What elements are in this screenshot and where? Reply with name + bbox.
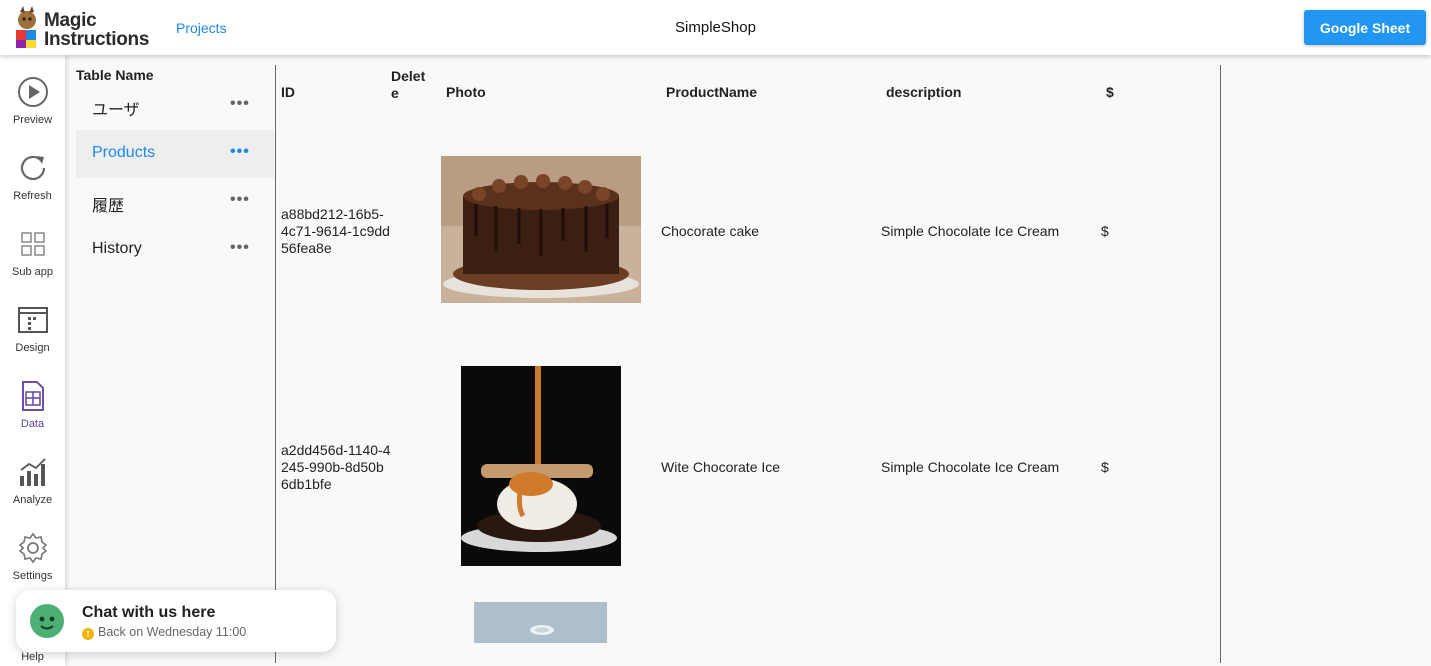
- nav-sub-app[interactable]: Sub app: [0, 228, 65, 300]
- nav-design[interactable]: Design: [0, 304, 65, 376]
- table-row-2-description[interactable]: Simple Chocolate Ice Cream: [881, 459, 1059, 475]
- nav-help[interactable]: Help: [0, 651, 65, 663]
- product-photo-chocolate-cake[interactable]: [441, 156, 641, 303]
- table-row-2-product-name[interactable]: Wite Chocorate Ice: [661, 459, 780, 475]
- gear-icon: [18, 532, 47, 564]
- grid-icon: [20, 232, 45, 256]
- nav-data[interactable]: Data: [0, 380, 65, 452]
- table-item-label: ユーザ: [92, 102, 140, 119]
- data-sheet-icon: [21, 381, 44, 411]
- column-header-delete[interactable]: Delete: [391, 68, 431, 102]
- nav-refresh[interactable]: Refresh: [0, 152, 65, 224]
- table-item-rireki[interactable]: 履歴 •••: [76, 178, 274, 226]
- tables-panel: Table Name ユーザ ••• Products ••• 履歴 ••• H…: [65, 55, 275, 666]
- column-header-id[interactable]: ID: [281, 84, 295, 100]
- grid-right-divider: [1220, 65, 1221, 663]
- logo-line-1: Magic: [44, 10, 97, 31]
- more-options-icon[interactable]: •••: [230, 239, 250, 257]
- nav-preview[interactable]: Preview: [0, 76, 65, 148]
- projects-link[interactable]: Projects: [176, 20, 227, 36]
- bar-chart-icon: [19, 458, 46, 486]
- table-row-1-id[interactable]: a88bd212-16b5-4c71-9614-1c9dd56fea8e: [281, 206, 391, 257]
- left-navigation: Preview Refresh Sub app Design Data Anal…: [0, 55, 65, 666]
- away-status-icon: !: [82, 628, 94, 640]
- column-header-description[interactable]: description: [886, 84, 961, 100]
- top-header: Magic Instructions Projects SimpleShop G…: [0, 0, 1431, 55]
- logo-mascot-icon: [16, 6, 36, 48]
- table-item-users[interactable]: ユーザ •••: [76, 82, 274, 130]
- app-logo[interactable]: Magic Instructions: [14, 6, 159, 52]
- milk-cup-photo: [474, 602, 607, 643]
- play-circle-icon: [17, 77, 48, 107]
- column-header-product-name[interactable]: ProductName: [666, 84, 757, 100]
- table-row-1-description[interactable]: Simple Chocolate Ice Cream: [881, 223, 1059, 239]
- nav-label-refresh: Refresh: [13, 190, 52, 202]
- nav-label-analyze: Analyze: [12, 494, 53, 506]
- chat-status: ! Back on Wednesday 11:00: [82, 625, 246, 640]
- tables-heading: Table Name: [76, 67, 154, 83]
- table-row-2-price[interactable]: $: [1101, 459, 1109, 475]
- chocolate-cake-photo: [441, 156, 641, 303]
- data-grid: ID Delete Photo ProductName description …: [276, 55, 1220, 666]
- chat-status-text: Back on Wednesday 11:00: [98, 625, 247, 639]
- table-item-history[interactable]: History •••: [76, 226, 274, 274]
- more-options-icon[interactable]: •••: [230, 95, 250, 113]
- table-item-label: History: [92, 240, 142, 257]
- logo-line-2: Instructions: [44, 29, 150, 50]
- nav-label-data: Data: [20, 418, 45, 430]
- nav-label-sub-app: Sub app: [12, 266, 53, 278]
- refresh-icon: [20, 155, 45, 181]
- logo-text: Magic Instructions: [44, 11, 149, 49]
- nav-label-settings: Settings: [12, 570, 53, 582]
- table-row-1-price[interactable]: $: [1101, 223, 1109, 239]
- table-row-1-product-name[interactable]: Chocorate cake: [661, 223, 759, 239]
- table-item-products[interactable]: Products •••: [76, 130, 274, 178]
- chat-widget[interactable]: Chat with us here ! Back on Wednesday 11:…: [16, 590, 336, 652]
- more-options-icon[interactable]: •••: [230, 191, 250, 209]
- product-photo-milk[interactable]: [474, 602, 607, 643]
- column-header-price[interactable]: $: [1106, 84, 1114, 100]
- nav-label-preview: Preview: [12, 114, 53, 126]
- design-window-icon: [17, 307, 48, 333]
- product-photo-ice-cream[interactable]: [461, 366, 621, 566]
- table-item-label: 履歴: [92, 198, 125, 215]
- ice-cream-caramel-photo: [461, 366, 621, 566]
- chat-title: Chat with us here: [82, 604, 216, 621]
- column-header-photo[interactable]: Photo: [446, 84, 486, 100]
- table-item-label: Products: [92, 144, 156, 161]
- more-options-icon[interactable]: •••: [230, 143, 250, 161]
- table-row-2-id[interactable]: a2dd456d-1140-4245-990b-8d50b6db1bfe: [281, 442, 391, 493]
- nav-analyze[interactable]: Analyze: [0, 456, 65, 528]
- nav-label-design: Design: [15, 342, 50, 354]
- chat-bot-avatar-icon: [30, 604, 64, 638]
- google-sheet-button[interactable]: Google Sheet: [1304, 10, 1426, 45]
